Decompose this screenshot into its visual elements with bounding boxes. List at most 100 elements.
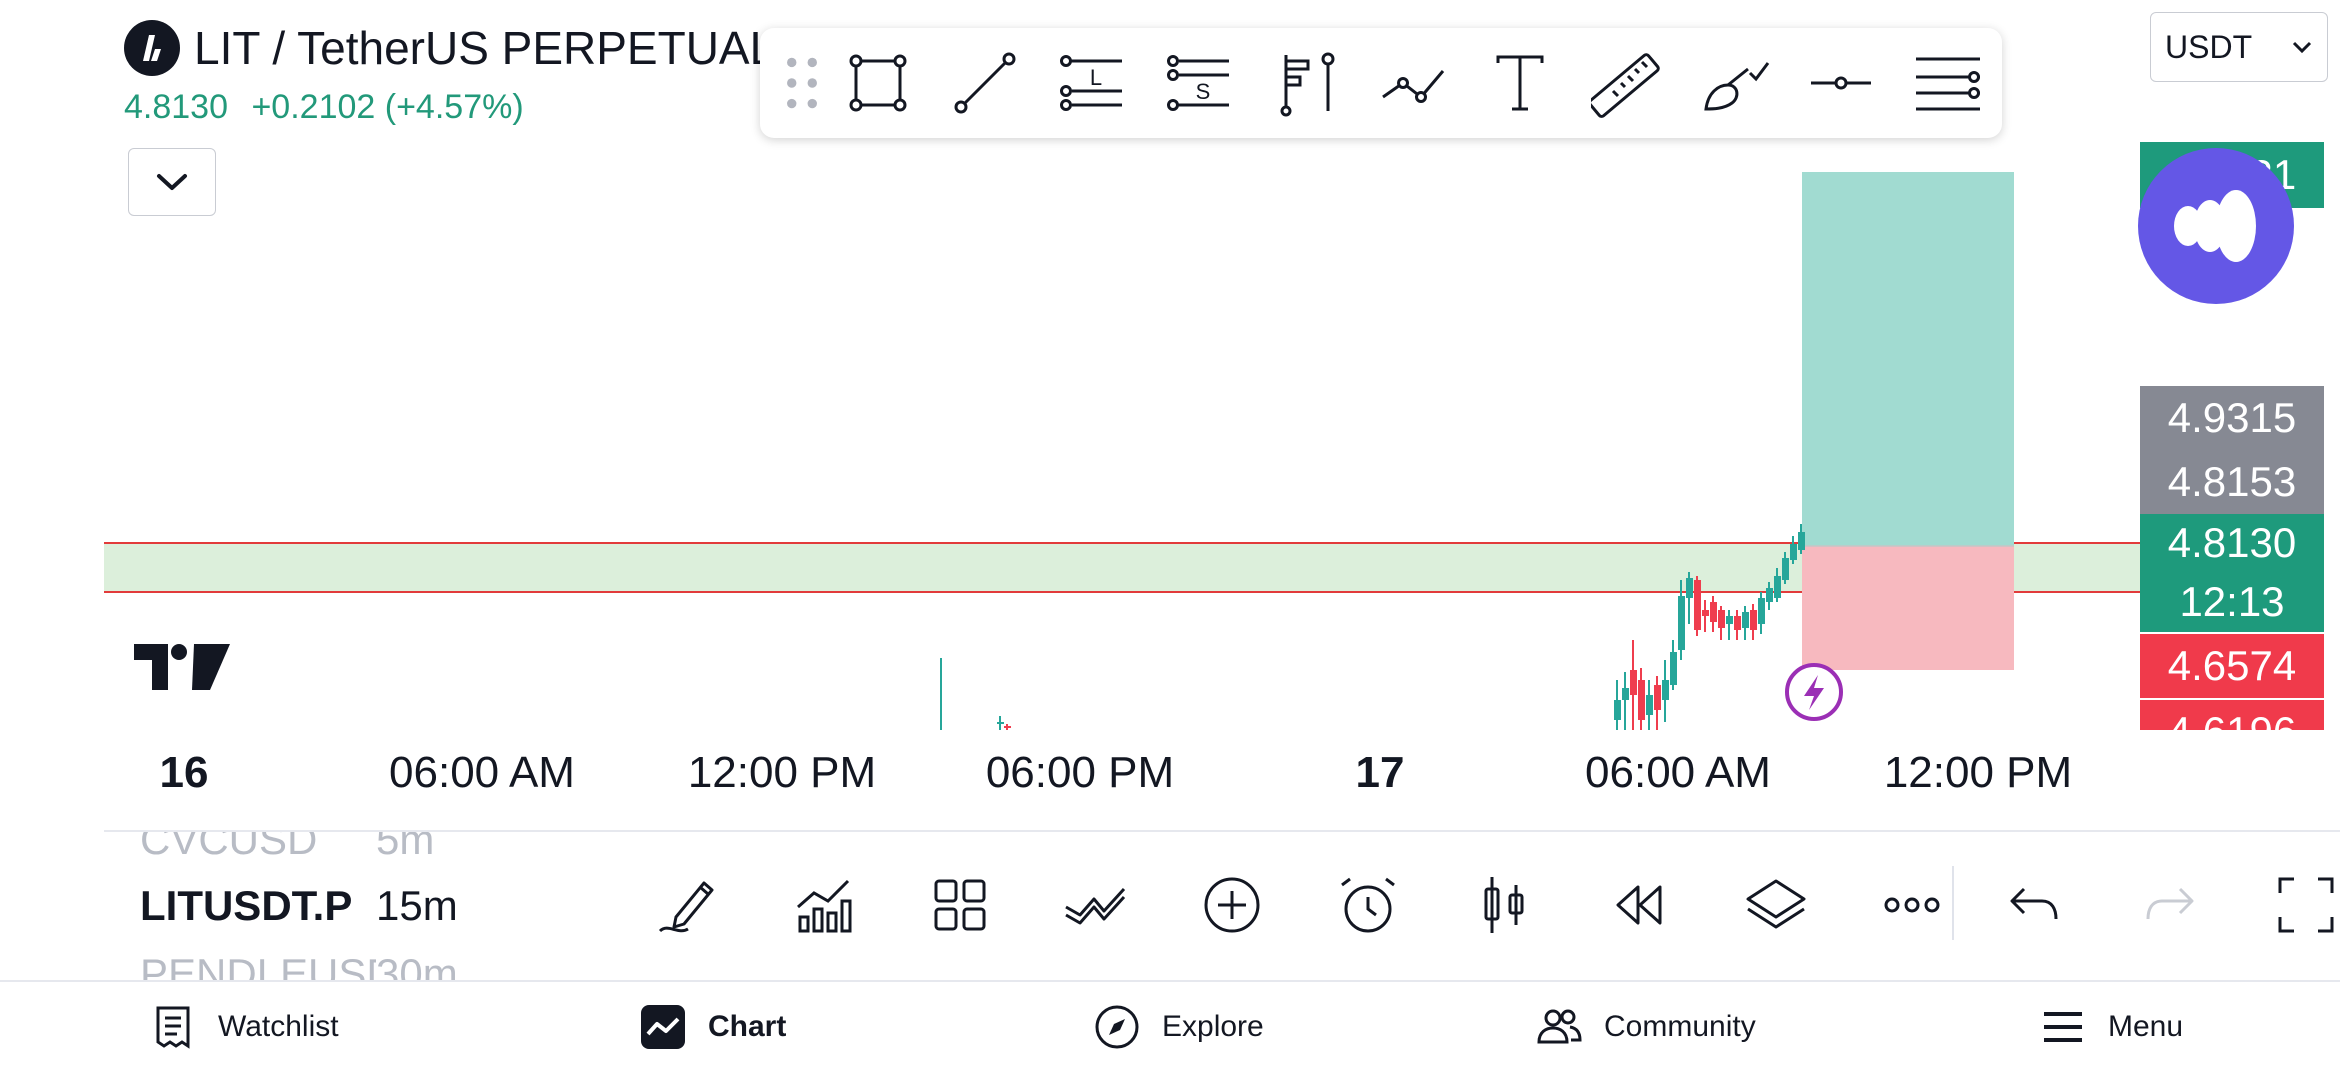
- tools-separator: [1952, 866, 1954, 940]
- add-icon: [1204, 877, 1260, 933]
- picker-row-current[interactable]: LITUSDT.P 15m: [140, 882, 620, 930]
- nav-community[interactable]: Community: [1536, 1004, 1756, 1050]
- redo-button[interactable]: [2102, 860, 2238, 950]
- bubble-icon: [2174, 190, 2256, 262]
- candle-body: [1654, 685, 1661, 710]
- trend-line-icon: [954, 52, 1015, 114]
- community-icon: [1537, 1009, 1582, 1044]
- candle-body: [1004, 726, 1011, 728]
- candle-body: [1734, 616, 1741, 630]
- nav-explore[interactable]: Explore: [1094, 1004, 1264, 1050]
- more-button[interactable]: [1844, 860, 1980, 950]
- indicators-button[interactable]: [756, 860, 892, 950]
- brush-icon: [1703, 62, 1769, 111]
- price-label-sl-2: 4.6196: [2140, 700, 2324, 730]
- path-tool[interactable]: [1359, 33, 1466, 133]
- ruler-icon: [1590, 53, 1660, 118]
- layout-grid-icon: [934, 879, 986, 931]
- trend-line-tool[interactable]: [931, 33, 1038, 133]
- currency-select[interactable]: USDT: [2150, 12, 2328, 82]
- picker-symbol: CVCUSD: [140, 832, 318, 863]
- short-position-icon: S: [1166, 55, 1229, 111]
- path-icon: [1381, 70, 1444, 103]
- time-tick: 12:00 PM: [1883, 748, 2073, 797]
- candle-body: [1638, 680, 1645, 720]
- time-tick: 12:00 PM: [687, 748, 877, 797]
- more-lines-tool[interactable]: [1894, 33, 2001, 133]
- text-tool[interactable]: [1466, 33, 1573, 133]
- fullscreen-button[interactable]: [2238, 860, 2340, 950]
- candle-body: [1750, 610, 1757, 630]
- long-position-icon: L: [1059, 55, 1122, 111]
- candle-body: [1766, 588, 1773, 602]
- compare-icon: [1065, 887, 1126, 925]
- horizontal-ray-icon: [1810, 76, 1871, 90]
- chevron-down-icon: [2292, 41, 2312, 54]
- last-price: 4.8130: [124, 88, 228, 126]
- candle-body: [1758, 598, 1765, 624]
- drawing-tools-button[interactable]: [620, 860, 756, 950]
- candle-body: [1630, 670, 1637, 695]
- picker-symbol: PENDLEUSDT.P: [140, 950, 376, 982]
- add-button[interactable]: [1164, 860, 1300, 950]
- rectangle-tool[interactable]: [824, 33, 931, 133]
- text-icon: [1496, 55, 1543, 111]
- redo-icon: [2146, 887, 2194, 920]
- compare-button[interactable]: [1028, 860, 1164, 950]
- undo-button[interactable]: [1966, 860, 2102, 950]
- compass-icon: [1095, 1005, 1139, 1049]
- history-tools: [1966, 860, 2340, 950]
- time-axis[interactable]: 16 06:00 AM 12:00 PM 06:00 PM 17 06:00 A…: [104, 740, 2140, 810]
- replay-button[interactable]: [1572, 860, 1708, 950]
- picker-interval: 30m: [376, 950, 458, 982]
- picker-row-previous[interactable]: CVCUSD 5m: [140, 832, 620, 864]
- candle-body: [1798, 532, 1805, 550]
- nav-watchlist[interactable]: Watchlist: [150, 1004, 339, 1050]
- lightning-marker[interactable]: [1785, 663, 1843, 721]
- price-chart[interactable]: [104, 140, 2140, 730]
- candle-body: [1694, 580, 1701, 630]
- chart-canvas: [104, 172, 2140, 730]
- picker-row-next[interactable]: PENDLEUSDT.P 30m: [140, 950, 620, 982]
- candle-body: [1710, 602, 1717, 622]
- drawing-toolbar: L S: [760, 28, 2002, 138]
- nav-label: Menu: [2108, 1010, 2184, 1043]
- long-letter: L: [1089, 65, 1101, 90]
- stop-zone: [1802, 546, 2014, 670]
- candle-body: [1662, 680, 1669, 700]
- short-position-tool[interactable]: S: [1145, 33, 1252, 133]
- layers-button[interactable]: [1708, 860, 1844, 950]
- symbol-title: LIT / TetherUS PERPETUAL C: [194, 22, 820, 74]
- nav-label: Watchlist: [218, 1010, 339, 1043]
- drag-handle-icon[interactable]: [780, 53, 824, 113]
- fullscreen-icon: [2278, 877, 2334, 933]
- symbol-interval-picker[interactable]: CVCUSD 5m LITUSDT.P 15m PENDLEUSDT.P 30m: [104, 832, 624, 982]
- indicators-icon: [797, 879, 852, 933]
- candle-body: [1742, 612, 1749, 628]
- watchlist-icon: [156, 1006, 190, 1049]
- undo-icon: [2010, 887, 2058, 920]
- layers-icon: [1746, 879, 1806, 929]
- candle-body: [1622, 688, 1629, 700]
- brush-tool[interactable]: [1680, 33, 1787, 133]
- price-label-last: 4.8130: [2140, 514, 2324, 572]
- alert-button[interactable]: [1300, 860, 1436, 950]
- nav-label: Explore: [1162, 1010, 1264, 1043]
- candle-body: [1774, 576, 1781, 598]
- chart-icon: [641, 1005, 685, 1049]
- nav-chart[interactable]: Chart: [640, 1004, 786, 1050]
- ruler-tool[interactable]: [1573, 33, 1680, 133]
- nav-label: Chart: [708, 1010, 787, 1043]
- alert-icon: [1341, 877, 1395, 933]
- assistant-bubble[interactable]: [2138, 148, 2294, 304]
- symbol-header[interactable]: LIT / TetherUS PERPETUAL C: [124, 20, 820, 76]
- fib-tool[interactable]: [1252, 33, 1359, 133]
- time-tick: 16: [159, 748, 209, 797]
- nav-menu[interactable]: Menu: [2040, 1004, 2183, 1050]
- time-tick: 06:00 AM: [1585, 748, 1771, 797]
- long-position-tool[interactable]: L: [1038, 33, 1145, 133]
- picker-interval: 15m: [376, 882, 458, 929]
- horizontal-ray-tool[interactable]: [1787, 33, 1894, 133]
- layouts-button[interactable]: [892, 860, 1028, 950]
- chart-type-button[interactable]: [1436, 860, 1572, 950]
